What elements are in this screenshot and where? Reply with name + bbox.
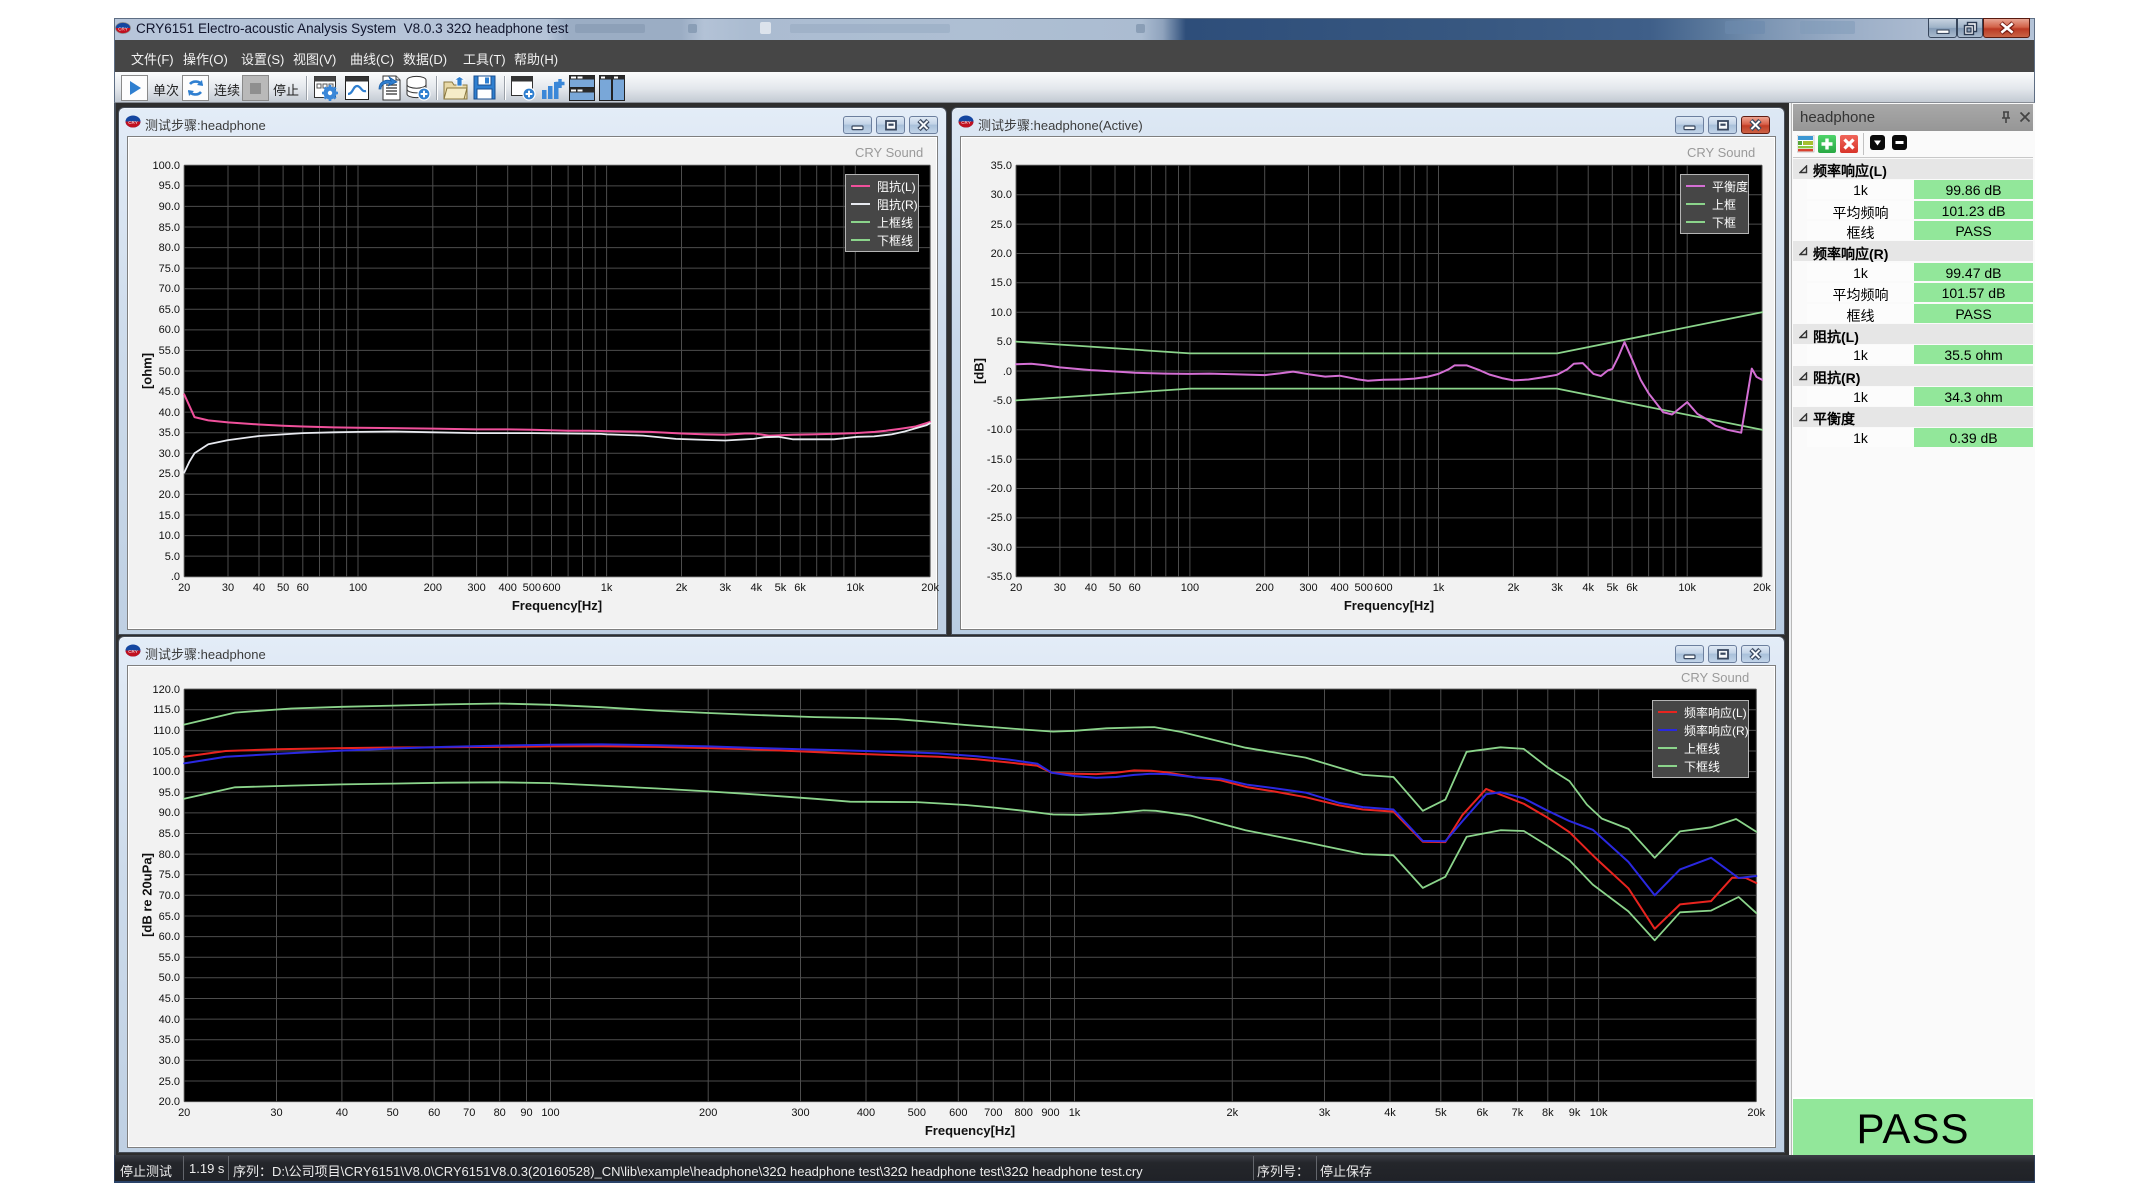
svg-text:CRY: CRY [128, 649, 137, 654]
svg-text:CRY: CRY [128, 120, 137, 125]
svg-text:CRY: CRY [961, 120, 970, 125]
svg-text:CRY: CRY [118, 27, 127, 32]
